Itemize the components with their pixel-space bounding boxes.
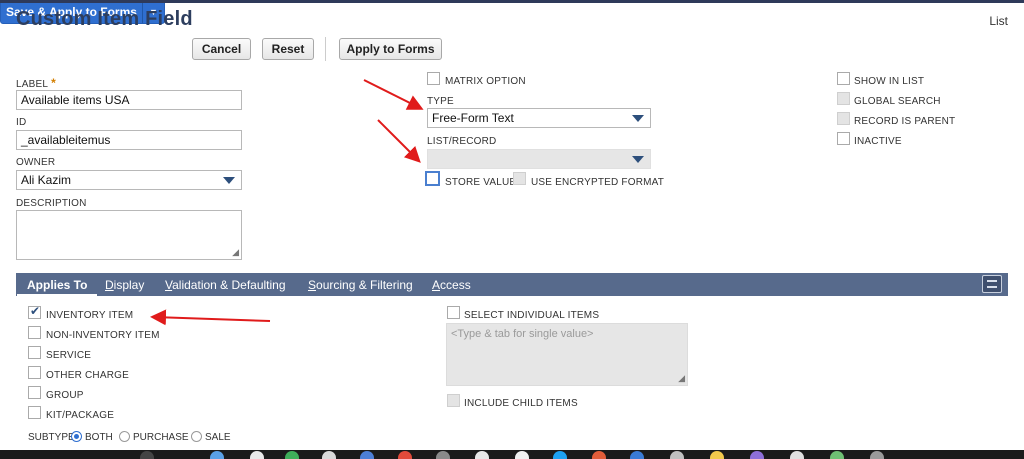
toolbar-divider	[325, 37, 326, 61]
store-value-label: STORE VALUE	[445, 177, 517, 188]
non-inventory-item-checkbox[interactable]	[28, 326, 41, 339]
service-checkbox[interactable]	[28, 346, 41, 359]
tab-access[interactable]: Access	[432, 278, 471, 292]
select-individual-checkbox[interactable]	[447, 306, 460, 319]
subtype-both-radio[interactable]	[71, 431, 82, 442]
label-caption: LABEL *	[16, 76, 56, 90]
owner-caption: OWNER	[16, 157, 56, 168]
select-individual-label: SELECT INDIVIDUAL ITEMS	[464, 310, 600, 321]
os-dock	[0, 450, 1024, 459]
owner-select[interactable]: Ali Kazim	[16, 170, 242, 190]
include-child-label: INCLUDE CHILD ITEMS	[464, 398, 578, 409]
matrix-option-label: MATRIX OPTION	[445, 76, 526, 87]
required-marker: *	[51, 76, 57, 90]
subtype-sale-radio[interactable]	[191, 431, 202, 442]
inventory-item-label: INVENTORY ITEM	[46, 310, 134, 321]
apply-to-forms-button[interactable]: Apply to Forms	[339, 38, 442, 60]
dropdown-caret-icon	[632, 115, 644, 122]
global-search-label: GLOBAL SEARCH	[854, 96, 941, 107]
matrix-option-checkbox[interactable]	[427, 72, 440, 85]
page-title: Custom Item Field	[16, 8, 193, 30]
use-encrypted-label: USE ENCRYPTED FORMAT	[531, 177, 665, 188]
other-charge-label: OTHER CHARGE	[46, 370, 129, 381]
dropdown-caret-icon	[632, 156, 644, 163]
include-child-checkbox[interactable]	[447, 394, 460, 407]
top-border	[0, 0, 1024, 3]
subtab-bar: Applies To Display Validation & Defaulti…	[16, 273, 1008, 297]
subtype-both-label: BOTH	[85, 432, 113, 443]
red-arrow-icon	[363, 79, 424, 110]
other-charge-checkbox[interactable]	[28, 366, 41, 379]
kit-package-checkbox[interactable]	[28, 406, 41, 419]
show-in-list-checkbox[interactable]	[837, 72, 850, 85]
cancel-button[interactable]: Cancel	[192, 38, 251, 60]
label-input[interactable]: Available items USA	[16, 90, 242, 110]
tab-sourcing-filtering[interactable]: Sourcing & Filtering	[308, 278, 413, 292]
dropdown-caret-icon	[223, 177, 235, 184]
inventory-item-checkbox[interactable]	[28, 304, 41, 319]
subtype-purchase-label: PURCHASE	[133, 432, 189, 443]
id-input[interactable]: _availableitemus	[16, 130, 242, 150]
resize-grip-icon[interactable]: ◢	[678, 374, 685, 383]
description-textarea[interactable]: ◢	[16, 210, 242, 260]
use-encrypted-checkbox[interactable]	[513, 172, 526, 185]
list-record-select[interactable]	[427, 149, 651, 169]
list-record-caption: LIST/RECORD	[427, 136, 497, 147]
id-caption: ID	[16, 117, 27, 128]
store-value-checkbox[interactable]	[425, 171, 440, 186]
service-label: SERVICE	[46, 350, 92, 361]
group-checkbox[interactable]	[28, 386, 41, 399]
type-caption: TYPE	[427, 96, 454, 107]
record-is-parent-label: RECORD IS PARENT	[854, 116, 956, 127]
subtype-sale-label: SALE	[205, 432, 231, 443]
tab-display[interactable]: Display	[105, 278, 144, 292]
show-in-list-label: SHOW IN LIST	[854, 76, 925, 87]
inactive-checkbox[interactable]	[837, 132, 850, 145]
record-is-parent-checkbox[interactable]	[837, 112, 850, 125]
red-arrow-icon	[377, 119, 421, 163]
red-arrow-icon	[150, 309, 271, 326]
reset-button[interactable]: Reset	[262, 38, 314, 60]
individual-items-placeholder: <Type & tab for single value>	[451, 328, 594, 340]
list-link[interactable]: List	[989, 14, 1008, 28]
description-caption: DESCRIPTION	[16, 198, 87, 209]
tab-applies-to[interactable]: Applies To	[16, 278, 98, 297]
inactive-label: INACTIVE	[854, 136, 902, 147]
resize-grip-icon[interactable]: ◢	[232, 248, 239, 257]
non-inventory-item-label: NON-INVENTORY ITEM	[46, 330, 160, 341]
global-search-checkbox[interactable]	[837, 92, 850, 105]
tab-validation-defaulting[interactable]: Validation & Defaulting	[165, 278, 286, 292]
owner-select-value: Ali Kazim	[21, 173, 72, 187]
individual-items-textarea[interactable]: <Type & tab for single value> ◢	[446, 323, 688, 386]
type-select-value: Free-Form Text	[432, 111, 514, 125]
subtype-caption: SUBTYPE	[28, 432, 75, 443]
type-select[interactable]: Free-Form Text	[427, 108, 651, 128]
group-label: GROUP	[46, 390, 84, 401]
kit-package-label: KIT/PACKAGE	[46, 410, 115, 421]
layout-toggle-icon[interactable]	[982, 275, 1002, 293]
subtype-purchase-radio[interactable]	[119, 431, 130, 442]
label-caption-text: LABEL	[16, 79, 49, 90]
